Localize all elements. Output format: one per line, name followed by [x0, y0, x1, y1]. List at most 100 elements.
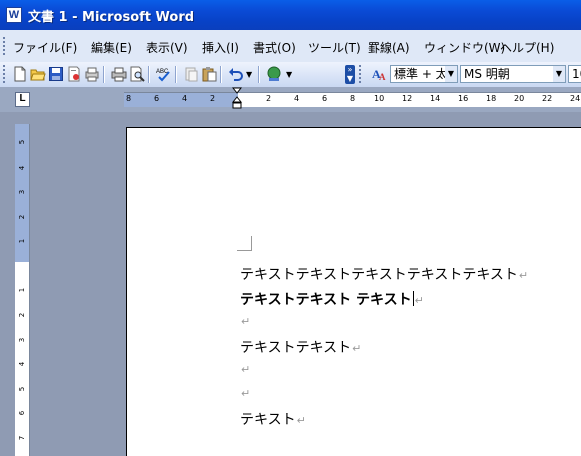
spelling-check-icon[interactable]: ABC: [156, 66, 172, 82]
ruler-number: 4: [18, 165, 26, 171]
ruler-number: 12: [402, 94, 413, 103]
print-preview-icon[interactable]: [129, 66, 145, 82]
insert-hyperlink-icon[interactable]: [266, 66, 282, 82]
cut-icon[interactable]: [183, 66, 199, 82]
toolbar-separator: [148, 66, 150, 83]
ruler-number: 4: [294, 94, 300, 103]
doc-paragraph[interactable]: テキストテキスト↵: [240, 337, 361, 357]
paragraph-mark-icon: ↵: [352, 342, 362, 355]
doc-paragraph[interactable]: ↵: [240, 361, 250, 377]
paragraph-mark-icon: ↵: [241, 315, 251, 328]
doc-paragraph[interactable]: テキストテキストテキストテキストテキスト↵: [240, 264, 528, 284]
paragraph-text: テキスト: [240, 412, 296, 428]
text-cursor: [412, 291, 414, 306]
style-combo[interactable]: 標準 + 太 ▼: [390, 65, 458, 83]
vertical-ruler[interactable]: 5 4 3 2 1 1 2 3 4 5 6 7: [15, 124, 30, 456]
ruler-number: 2: [18, 312, 26, 318]
ruler-number: 2: [18, 214, 26, 220]
paste-icon[interactable]: [201, 66, 217, 82]
menu-edit[interactable]: 編集(E): [91, 39, 132, 56]
svg-text:A: A: [379, 72, 386, 82]
doc-paragraph[interactable]: テキスト↵: [240, 409, 306, 429]
paragraph-text: テキストテキストテキストテキストテキスト: [240, 267, 518, 283]
paragraph-mark-icon: ↵: [518, 269, 529, 282]
ruler-number: 6: [322, 94, 328, 103]
save-disk-icon[interactable]: [48, 66, 64, 82]
ruler-number: 8: [126, 94, 132, 103]
horizontal-ruler[interactable]: 8 6 4 2 2 4 6 8 10 12 14 16 18 20 22 24: [124, 92, 581, 107]
doc-paragraph[interactable]: テキストテキスト テキスト ↵: [240, 289, 424, 309]
ruler-number: 6: [154, 94, 160, 103]
ruler-left-margin: [124, 93, 238, 107]
ruler-number: 3: [18, 189, 26, 195]
ruler-number: 2: [210, 94, 216, 103]
ruler-area: L 8 6 4 2 2 4 6 8 10 12 14 16 18 20 22 2…: [0, 87, 581, 112]
paragraph-text: テキストテキスト テキスト: [240, 292, 412, 308]
ruler-number: 7: [18, 435, 26, 441]
ruler-number: 3: [18, 337, 26, 343]
doc-paragraph[interactable]: ↵: [240, 385, 250, 401]
style-combo-value: 標準 + 太: [394, 67, 448, 81]
print-preview-lock-icon[interactable]: [84, 66, 100, 82]
ruler-number: 14: [430, 94, 441, 103]
doc-paragraph[interactable]: ↵: [240, 313, 250, 329]
menu-tools[interactable]: ツール(T): [308, 39, 361, 56]
font-combo-value: MS 明朝: [464, 67, 510, 81]
font-size-combo[interactable]: 10: [568, 65, 581, 83]
paragraph-text: テキストテキスト: [240, 340, 352, 356]
menubar-grip[interactable]: [3, 37, 8, 55]
ruler-number: 2: [266, 94, 272, 103]
ruler-number: 8: [350, 94, 356, 103]
ruler-number: 10: [374, 94, 385, 103]
style-icon[interactable]: AA: [371, 66, 387, 82]
ruler-number: 4: [18, 361, 26, 367]
toolbar-separator: [103, 66, 105, 83]
undo-dropdown-icon[interactable]: ▼: [246, 70, 252, 79]
undo-icon[interactable]: [228, 66, 244, 82]
word-doc-icon[interactable]: W: [6, 7, 22, 23]
toolbar-separator: [220, 66, 222, 83]
paragraph-mark-icon: ↵: [414, 294, 424, 307]
window-title: 文書 1 - Microsoft Word: [28, 10, 195, 25]
paragraph-mark-icon: ↵: [296, 414, 306, 427]
toolbar-grip[interactable]: [3, 65, 8, 83]
chevron-down-icon[interactable]: ▼: [553, 66, 565, 82]
chevron-down-icon[interactable]: ▼: [445, 66, 457, 82]
left-gutter: [0, 112, 15, 456]
open-folder-icon[interactable]: [30, 66, 46, 82]
menu-view[interactable]: 表示(V): [146, 39, 188, 56]
tab-selector[interactable]: L: [15, 92, 30, 107]
standard-toolbar: ABC ▼ ▼ »▼ AA 標準 + 太 ▼ MS 明朝 ▼ 10: [0, 62, 581, 88]
print-icon[interactable]: [111, 66, 127, 82]
font-combo[interactable]: MS 明朝 ▼: [460, 65, 566, 83]
hyperlink-dropdown-icon[interactable]: ▼: [286, 70, 292, 79]
indent-marker[interactable]: [232, 87, 242, 109]
new-document-icon[interactable]: [12, 66, 28, 82]
paragraph-mark-icon: ↵: [241, 387, 251, 400]
menu-insert[interactable]: 挿入(I): [202, 39, 239, 56]
ruler-number: 20: [514, 94, 525, 103]
title-bar[interactable]: W 文書 1 - Microsoft Word: [0, 0, 581, 31]
ruler-number: 24: [570, 94, 581, 103]
ruler-number: 16: [458, 94, 469, 103]
more-buttons-icon[interactable]: » ▼: [345, 65, 355, 84]
permission-icon[interactable]: [66, 66, 82, 82]
text-boundary-corner: [237, 236, 252, 251]
menu-window[interactable]: ウィンドウ(W): [424, 39, 505, 56]
toolbar-grip[interactable]: [359, 65, 364, 83]
ruler-number: 4: [182, 94, 188, 103]
ruler-number: 1: [18, 238, 26, 244]
menu-table[interactable]: 罫線(A): [368, 39, 410, 56]
menu-format[interactable]: 書式(O): [253, 39, 296, 56]
menu-help[interactable]: ヘルプ(H): [500, 39, 554, 56]
toolbar-separator: [175, 66, 177, 83]
ruler-number: 6: [18, 410, 26, 416]
ruler-number: 5: [18, 139, 26, 145]
paragraph-mark-icon: ↵: [241, 363, 251, 376]
menu-bar: ファイル(F) 編集(E) 表示(V) 挿入(I) 書式(O) ツール(T) 罫…: [0, 30, 581, 63]
toolbar-separator: [258, 66, 260, 83]
ruler-number: 1: [18, 287, 26, 293]
ruler-number: 18: [486, 94, 497, 103]
menu-file[interactable]: ファイル(F): [13, 39, 77, 56]
ruler-number: 5: [18, 386, 26, 392]
